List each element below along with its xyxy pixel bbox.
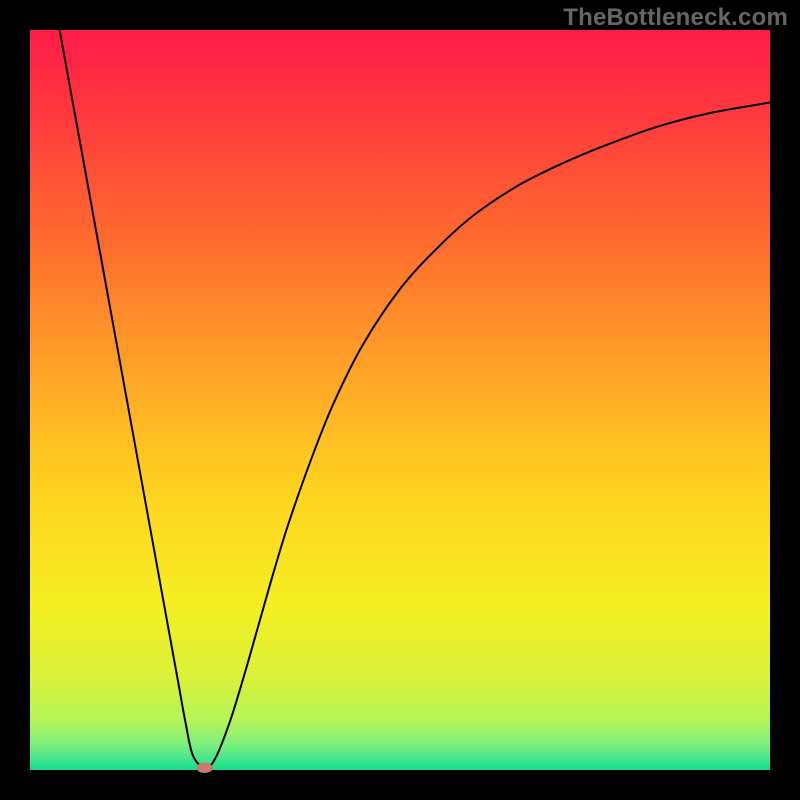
chart-background xyxy=(30,30,770,770)
chart-svg xyxy=(0,0,800,800)
watermark-text: TheBottleneck.com xyxy=(563,4,788,32)
minimum-marker xyxy=(197,763,213,773)
chart-frame: TheBottleneck.com xyxy=(0,0,800,800)
